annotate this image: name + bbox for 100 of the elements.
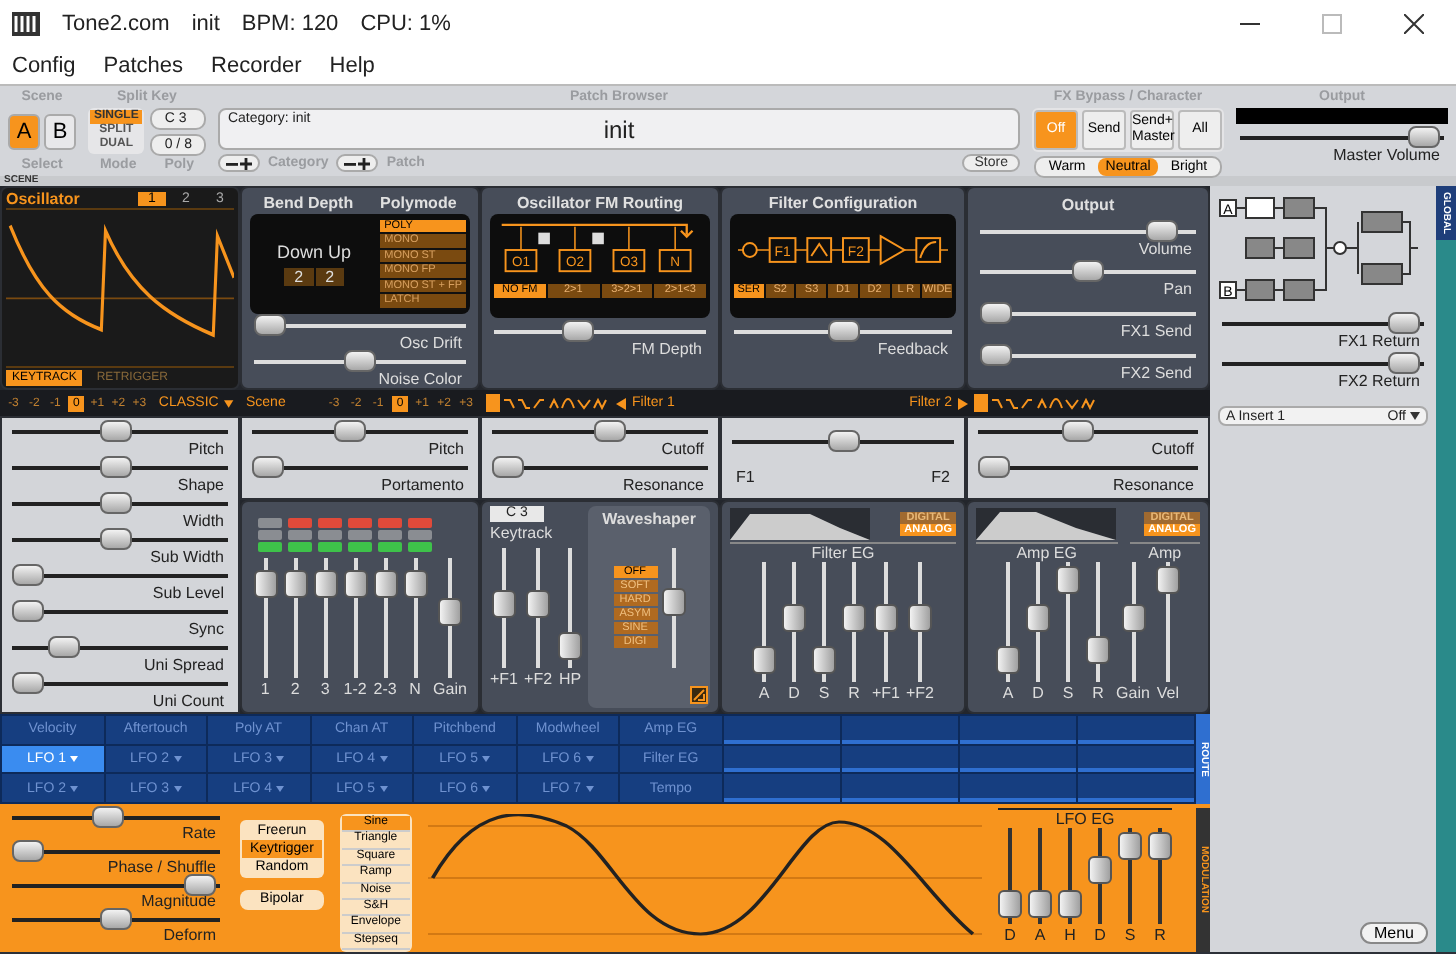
caret-icon [173,785,181,792]
slider-thumb[interactable] [562,320,595,342]
menu-button[interactable]: Menu [1359,922,1428,944]
mixer-toggle[interactable] [348,517,372,527]
mod-slot[interactable] [959,745,1076,773]
slider-thumb[interactable] [827,320,859,342]
fader-thumb[interactable] [558,632,583,661]
slider-thumb[interactable] [48,636,81,658]
fader-thumb[interactable] [526,589,551,618]
menu-item[interactable]: Help [329,54,375,78]
slider-thumb[interactable] [100,420,133,442]
fader-thumb[interactable] [998,889,1022,918]
fader-thumb[interactable] [811,646,836,675]
mixer-toggle[interactable] [348,529,372,539]
fader-thumb[interactable] [1058,889,1082,918]
slider-thumb[interactable] [344,350,376,372]
fader-thumb[interactable] [253,570,278,599]
fader-thumb[interactable] [1056,566,1081,595]
fader-thumb[interactable] [1028,889,1052,918]
fader-thumb[interactable] [751,646,776,675]
slider-thumb[interactable] [827,429,859,451]
caret-icon [276,755,285,762]
slider-thumb[interactable] [334,420,367,442]
slider-thumb[interactable] [100,456,133,478]
slider-thumb[interactable] [1388,352,1421,374]
slider-thumb[interactable] [12,672,44,694]
fader-thumb[interactable] [313,570,338,599]
mixer-toggle[interactable] [288,517,312,527]
checkbox[interactable] [690,686,708,704]
slider-thumb[interactable] [492,456,524,478]
mixer-toggle[interactable] [288,529,312,539]
fader-thumb[interactable] [661,588,686,617]
slider-thumb[interactable] [100,908,132,930]
fader-thumb[interactable] [283,570,308,599]
slider-label: Noise Color [376,372,464,388]
stepper-button[interactable] [217,154,260,172]
fader-label: Gain [433,679,467,697]
fader-thumb[interactable] [438,598,462,627]
slider-thumb[interactable] [12,840,44,862]
menu-item[interactable]: Recorder [211,54,302,78]
slider-thumb[interactable] [12,600,44,622]
slider-thumb[interactable] [1145,219,1178,242]
mixer-toggle[interactable] [378,517,402,527]
fader-thumb[interactable] [1026,603,1051,632]
mixer-toggle[interactable] [378,529,402,539]
fader-thumb[interactable] [841,603,866,632]
fader-label: S [818,684,830,702]
slider-label: Width [181,514,226,530]
slider-thumb[interactable] [254,314,286,336]
menu-item[interactable]: Patches [103,54,184,78]
mixer-toggle[interactable] [408,517,432,527]
mod-slot[interactable] [1077,745,1194,773]
filter-type-selector-drawing [974,394,1098,412]
fader-thumb[interactable] [781,603,806,632]
slider-thumb[interactable] [980,302,1012,325]
mixer-toggle[interactable] [258,529,282,539]
bend-value[interactable]: 2 [284,268,314,286]
fader-thumb[interactable] [996,646,1021,675]
fader-thumb[interactable] [1088,855,1112,884]
slider-thumb[interactable] [1072,260,1104,283]
stepper-button[interactable] [336,154,379,172]
fader-thumb[interactable] [373,570,398,599]
left-arrow-icon [616,397,626,409]
fader-thumb[interactable] [1118,831,1142,860]
fader-thumb[interactable] [908,603,932,632]
fader-thumb[interactable] [492,589,516,618]
mixer-toggle[interactable] [408,529,432,539]
slider-label: Feedback [875,342,950,358]
scene-button[interactable]: B [44,113,76,149]
slider-thumb[interactable] [1388,312,1421,334]
slider-thumb[interactable] [100,492,133,514]
slider-thumb[interactable] [184,874,217,896]
mixer-toggle[interactable] [318,529,342,539]
slider-thumb[interactable] [980,343,1012,366]
scene-button[interactable]: A [8,113,40,149]
caret-icon [379,785,388,792]
fader-label: HP [558,670,582,688]
fader-thumb[interactable] [873,603,898,632]
slider-thumb[interactable] [1408,126,1441,148]
mixer-toggle[interactable] [258,517,282,527]
fader-thumb[interactable] [403,570,428,599]
mixer-toggle[interactable] [318,517,342,527]
mod-slot[interactable] [723,745,840,773]
bend-value[interactable]: 2 [315,268,345,286]
caret-icon [69,785,78,792]
slider-thumb[interactable] [252,456,284,478]
slider-thumb[interactable] [1062,420,1095,442]
fader-thumb[interactable] [343,570,368,599]
slider-thumb[interactable] [593,420,626,442]
slider-thumb[interactable] [978,456,1010,478]
fader-thumb[interactable] [1148,831,1172,860]
fader-thumb[interactable] [1121,603,1145,632]
slider-label: Pitch [186,442,226,458]
fader-thumb[interactable] [1086,635,1111,664]
fader-thumb[interactable] [1155,566,1180,595]
menu-item[interactable]: Config [12,54,76,78]
mod-slot[interactable] [841,745,958,773]
slider-thumb[interactable] [12,564,44,586]
slider-thumb[interactable] [100,528,133,550]
slider-thumb[interactable] [91,806,124,828]
